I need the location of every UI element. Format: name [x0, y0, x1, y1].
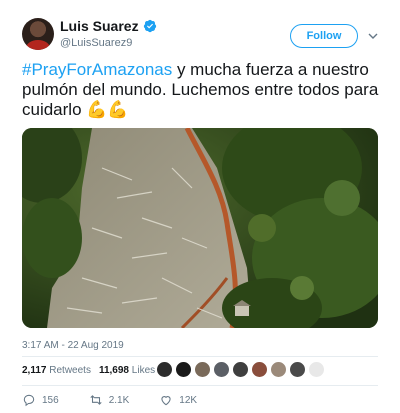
liker-avatar[interactable] — [213, 361, 230, 378]
author-display-name[interactable]: Luis Suarez — [60, 18, 139, 34]
tweet-photo[interactable] — [22, 128, 378, 328]
chevron-down-icon[interactable] — [367, 30, 379, 42]
like-count: 12K — [179, 394, 198, 406]
tweet-timestamp[interactable]: 3:17 AM - 22 Aug 2019 — [22, 340, 124, 351]
liker-avatar[interactable] — [270, 361, 287, 378]
liker-avatar[interactable] — [251, 361, 268, 378]
liker-avatar[interactable] — [232, 361, 249, 378]
likes-label: Likes — [131, 365, 156, 376]
deforestation-aerial-image — [22, 128, 378, 328]
author-name-row: Luis Suarez — [60, 18, 157, 34]
retweet-button[interactable]: 2.1K — [89, 393, 130, 407]
divider — [22, 385, 378, 386]
liker-avatar[interactable] — [175, 361, 192, 378]
likes-stat[interactable]: 11,698 Likes — [99, 365, 155, 376]
tweet-actions: 156 2.1K 12K — [22, 393, 227, 407]
liker-avatars — [156, 361, 325, 378]
reply-count: 156 — [42, 394, 59, 406]
retweets-label: Retweets — [49, 365, 91, 376]
engagement-stats: 2,117 Retweets 11,698 Likes — [22, 365, 155, 376]
like-button[interactable]: 12K — [159, 393, 197, 407]
liker-avatar[interactable] — [289, 361, 306, 378]
retweets-count: 2,117 — [22, 365, 47, 376]
author-handle[interactable]: @LuisSuarez9 — [60, 37, 132, 49]
liker-avatar[interactable] — [156, 361, 173, 378]
tweet-card: Luis Suarez @LuisSuarez9 Follow #PrayFor… — [0, 0, 400, 413]
verified-badge-icon — [143, 19, 156, 33]
retweet-icon — [90, 395, 102, 405]
avatar[interactable] — [22, 18, 54, 50]
reply-icon — [23, 394, 35, 407]
follow-button[interactable]: Follow — [290, 24, 358, 48]
liker-avatar[interactable] — [194, 361, 211, 378]
tweet-text: #PrayForAmazonas y mucha fuerza a nuestr… — [22, 60, 382, 120]
flexed-biceps-emoji: 💪💪 — [86, 100, 129, 119]
liker-avatar[interactable] — [308, 361, 325, 378]
retweet-count: 2.1K — [108, 394, 130, 406]
reply-button[interactable]: 156 — [22, 393, 59, 407]
heart-icon — [161, 396, 171, 406]
retweets-stat[interactable]: 2,117 Retweets — [22, 365, 91, 376]
likes-count: 11,698 — [98, 365, 129, 376]
hashtag-link[interactable]: #PrayForAmazonas — [22, 60, 172, 79]
divider — [22, 356, 378, 357]
